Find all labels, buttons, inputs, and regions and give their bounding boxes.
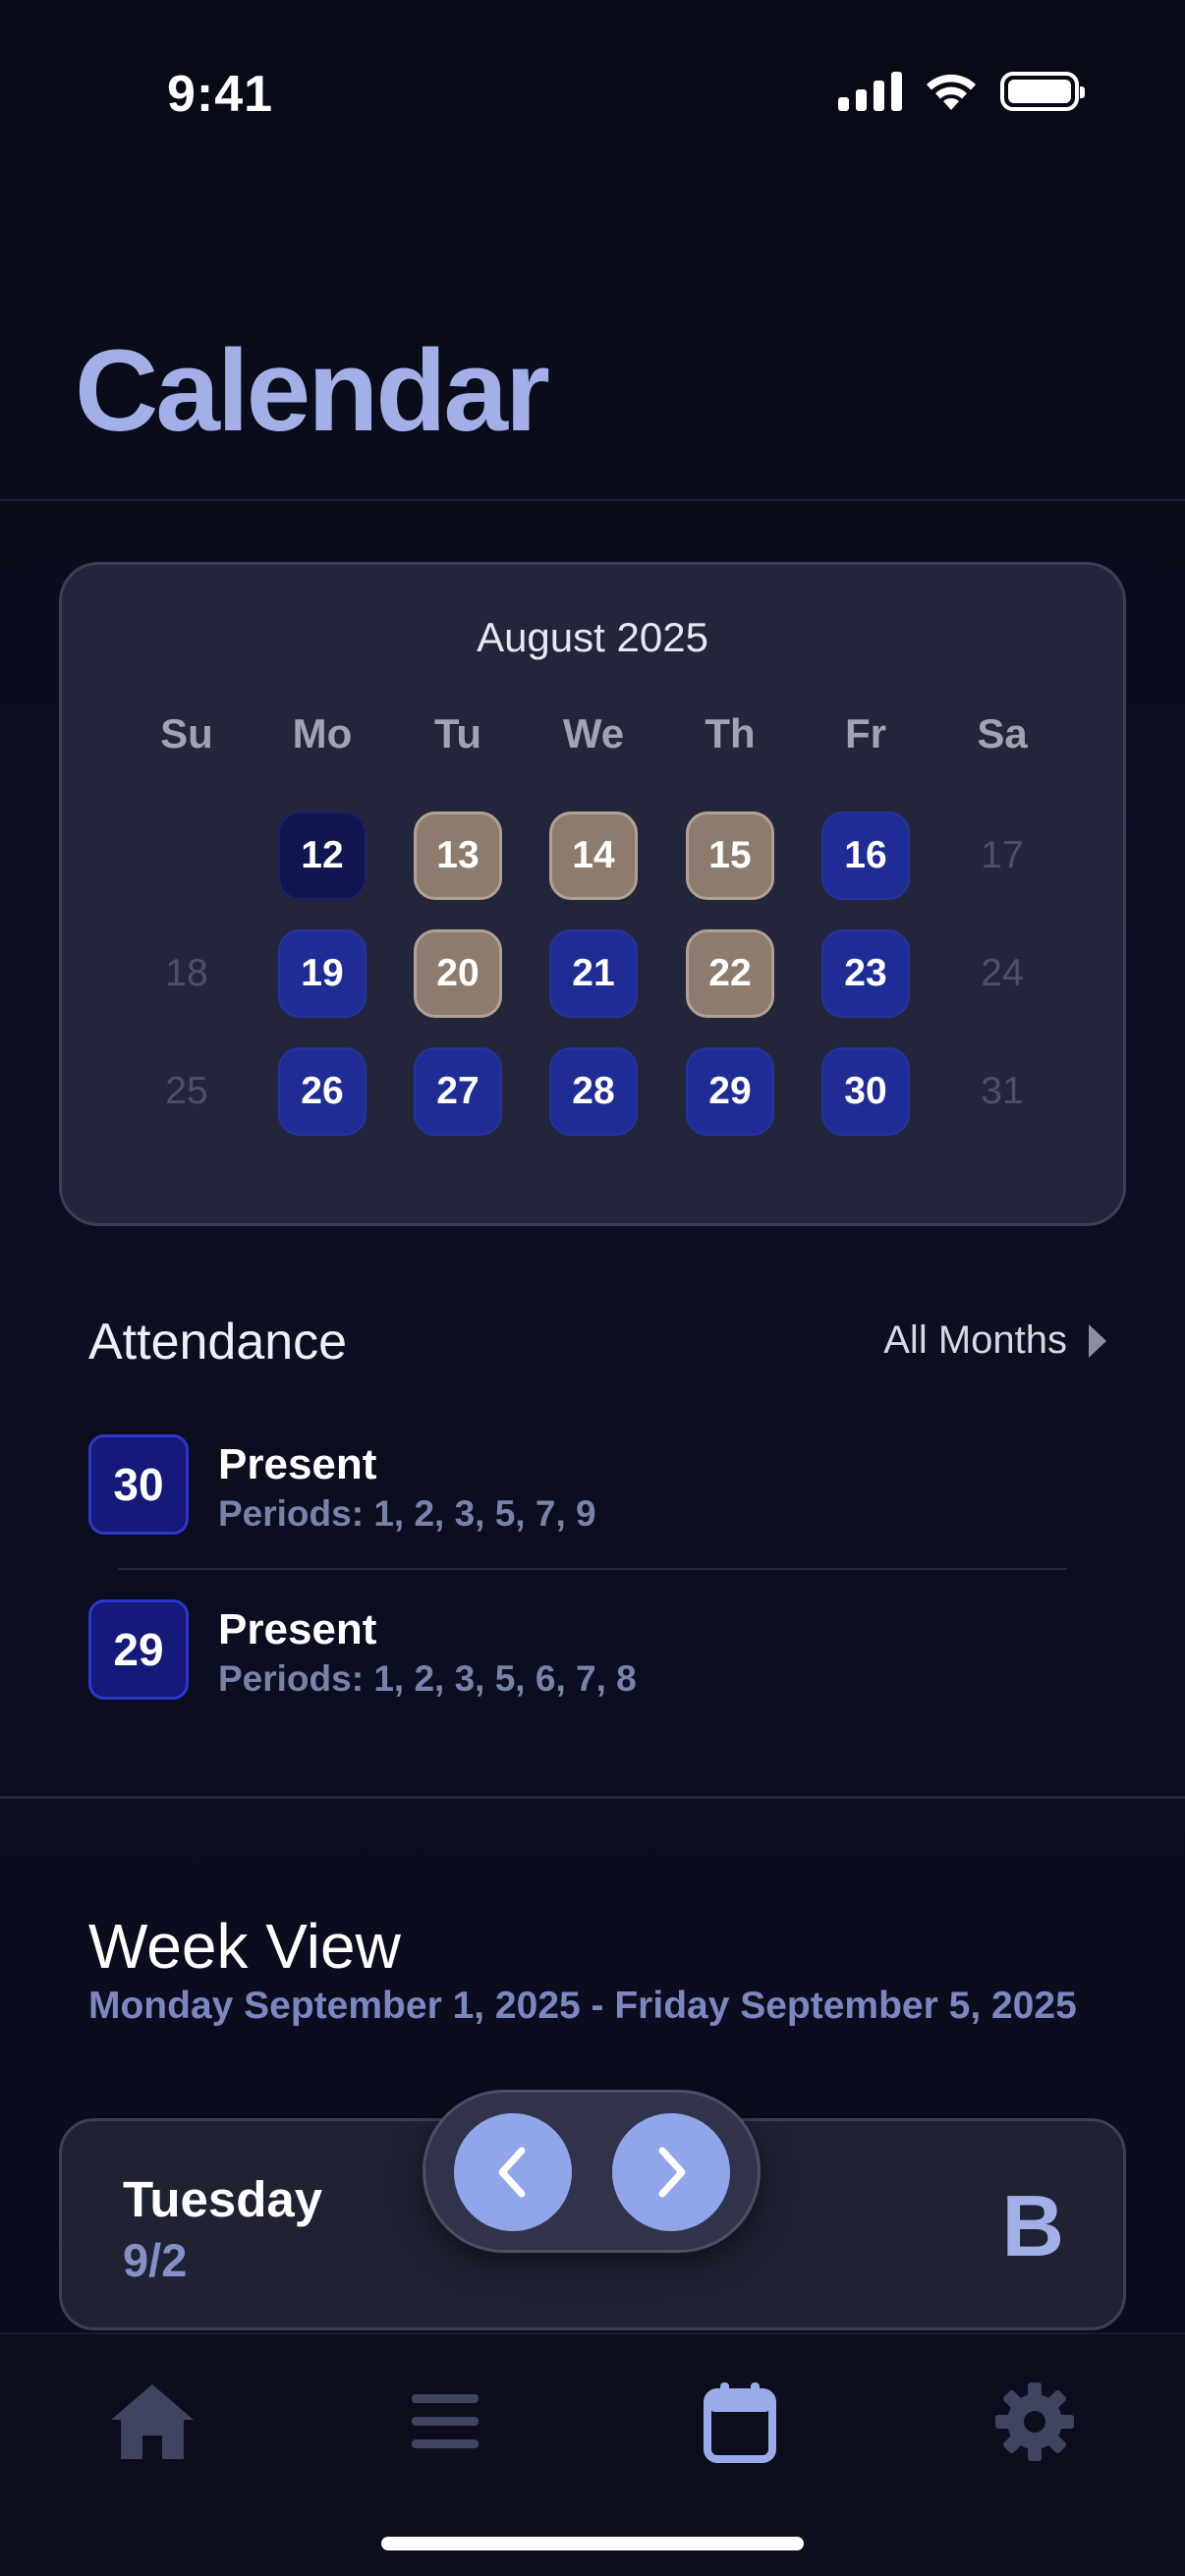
page-title: Calendar xyxy=(75,326,550,456)
attendance-status: Present xyxy=(218,1605,377,1653)
calendar-day[interactable]: 26 xyxy=(278,1047,367,1136)
header-divider xyxy=(0,499,1185,501)
weekday-label: Mo xyxy=(292,710,353,756)
weekday-label: Th xyxy=(705,710,756,756)
week-nav-pill xyxy=(423,2090,761,2253)
all-months-label: All Months xyxy=(883,1318,1067,1362)
calendar-day[interactable]: 12 xyxy=(278,812,367,900)
calendar-day[interactable]: 14 xyxy=(549,812,638,900)
calendar-day[interactable]: 16 xyxy=(821,812,910,900)
tab-list[interactable] xyxy=(391,2368,499,2476)
weekday-label: Su xyxy=(160,710,213,756)
calendar-day[interactable]: 27 xyxy=(414,1047,502,1136)
calendar-day[interactable]: 24 xyxy=(958,929,1046,1018)
weekday-label: Fr xyxy=(845,710,886,756)
week-view-title: Week View xyxy=(88,1911,401,1982)
all-months-link[interactable]: All Months xyxy=(883,1318,1106,1363)
home-icon xyxy=(111,2384,194,2459)
tab-home[interactable] xyxy=(98,2368,206,2476)
day-date: 9/2 xyxy=(123,2234,188,2286)
home-indicator xyxy=(381,2537,804,2550)
gear-icon xyxy=(995,2382,1074,2461)
chevron-left-icon xyxy=(498,2147,526,2198)
attendance-row[interactable]: 29 Present Periods: 1, 2, 3, 5, 6, 7, 8 xyxy=(88,1599,1100,1708)
status-bar: 9:41 xyxy=(0,0,1185,196)
battery-icon xyxy=(1000,72,1085,111)
calendar-day[interactable]: 31 xyxy=(958,1047,1046,1136)
attendance-divider xyxy=(118,1568,1067,1570)
calendar-day[interactable]: 25 xyxy=(142,1047,231,1136)
calendar-day[interactable]: 15 xyxy=(686,812,774,900)
attendance-date-badge: 30 xyxy=(88,1434,189,1535)
calendar-day[interactable]: 17 xyxy=(958,812,1046,900)
week-range: Monday September 1, 2025 - Friday Septem… xyxy=(88,1985,1077,2027)
attendance-date-badge: 29 xyxy=(88,1599,189,1700)
calendar-day[interactable]: 21 xyxy=(549,929,638,1018)
calendar-day[interactable]: 30 xyxy=(821,1047,910,1136)
weekday-label: We xyxy=(562,710,625,756)
calendar-day[interactable]: 20 xyxy=(414,929,502,1018)
calendar-day[interactable]: 13 xyxy=(414,812,502,900)
weekday-label: Sa xyxy=(977,710,1028,756)
attendance-periods: Periods: 1, 2, 3, 5, 7, 9 xyxy=(218,1493,596,1534)
signal-icon xyxy=(838,72,902,111)
calendar-day[interactable]: 22 xyxy=(686,929,774,1018)
status-time: 9:41 xyxy=(167,66,274,123)
calendar-day[interactable]: 19 xyxy=(278,929,367,1018)
next-day-button[interactable] xyxy=(612,2113,730,2231)
caret-right-icon xyxy=(1089,1323,1106,1358)
month-calendar-card: August 2025 Su Mo Tu We Th Fr Sa 12 13 14 15 16 17 1… xyxy=(59,562,1126,1226)
attendance-status: Present xyxy=(218,1440,377,1488)
day-rotation-letter: B xyxy=(1001,2177,1064,2274)
calendar-screen: 9:41 Calendar August 2025 Su Mo Tu We Th Fr Sa… xyxy=(0,0,1185,2576)
list-icon xyxy=(412,2394,479,2448)
previous-day-button[interactable] xyxy=(454,2113,572,2231)
status-icons xyxy=(838,71,1085,112)
attendance-title: Attendance xyxy=(88,1314,348,1371)
calendar-icon xyxy=(704,2382,776,2463)
day-name: Tuesday xyxy=(123,2171,323,2227)
section-divider xyxy=(0,1796,1185,1799)
wifi-icon xyxy=(927,74,976,110)
calendar-day[interactable]: 18 xyxy=(142,929,231,1018)
calendar-day[interactable]: 23 xyxy=(821,929,910,1018)
chevron-right-icon xyxy=(658,2147,686,2198)
tab-calendar[interactable] xyxy=(686,2368,794,2476)
tab-settings[interactable] xyxy=(981,2368,1089,2476)
calendar-day[interactable]: 28 xyxy=(549,1047,638,1136)
attendance-row[interactable]: 30 Present Periods: 1, 2, 3, 5, 7, 9 xyxy=(88,1434,1100,1542)
month-label: August 2025 xyxy=(477,614,708,660)
attendance-periods: Periods: 1, 2, 3, 5, 6, 7, 8 xyxy=(218,1658,637,1699)
weekday-label: Tu xyxy=(433,710,482,756)
calendar-day[interactable]: 29 xyxy=(686,1047,774,1136)
